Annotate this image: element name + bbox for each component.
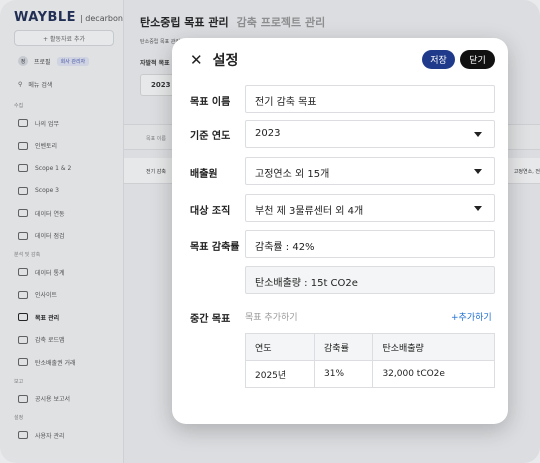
app-frame: WAYBLE | decarbon + 활동자료 추가 정 프로필 회사 관리자… xyxy=(0,0,540,463)
cell-year: 2025년 xyxy=(244,360,316,388)
save-button[interactable]: 저장 xyxy=(422,50,455,69)
goal-name-field[interactable]: 전기 감축 목표 xyxy=(245,85,495,113)
reduction-label: 목표 감축률 xyxy=(190,242,240,253)
close-button[interactable]: 닫기 xyxy=(460,50,495,69)
midterm-label: 중간 목표 xyxy=(190,314,231,325)
column-rate: 감축률 xyxy=(314,333,374,361)
cell-emission: 32,000 tCO2e xyxy=(372,360,495,388)
column-year: 연도 xyxy=(244,333,316,361)
reduction-rate-field[interactable]: 감축률 : 42% xyxy=(245,230,495,258)
midterm-placeholder: 목표 추가하기 xyxy=(245,313,298,323)
emission-amount-field: 탄소배출량 : 15t CO2e xyxy=(245,266,495,294)
settings-modal: ✕ 설정 저장 닫기 목표 이름 전기 감축 목표 기준 연도 2023 배출원… xyxy=(172,38,508,424)
close-icon[interactable]: ✕ xyxy=(190,52,203,68)
base-year-label: 기준 연도 xyxy=(190,131,231,142)
target-org-label: 대상 조직 xyxy=(190,206,231,217)
midterm-table: 연도 감축률 탄소배출량 2025년 31% 32,000 tCO2e xyxy=(244,333,495,388)
goal-name-label: 목표 이름 xyxy=(190,97,231,108)
target-org-select[interactable]: 부천 제 3물류센터 외 4개 xyxy=(245,194,495,222)
column-emission: 탄소배출량 xyxy=(372,333,495,361)
add-midterm-link[interactable]: +추가하기 xyxy=(451,310,492,323)
cell-rate: 31% xyxy=(314,360,374,388)
modal-header: ✕ 설정 xyxy=(190,50,238,70)
table-header-row: 연도 감축률 탄소배출량 xyxy=(244,333,495,361)
emission-source-label: 배출원 xyxy=(190,169,218,180)
table-row[interactable]: 2025년 31% 32,000 tCO2e xyxy=(244,360,495,388)
modal-title: 설정 xyxy=(212,53,239,69)
emission-source-select[interactable]: 고정연소 외 15개 xyxy=(245,157,495,185)
base-year-select[interactable]: 2023 xyxy=(245,120,495,148)
